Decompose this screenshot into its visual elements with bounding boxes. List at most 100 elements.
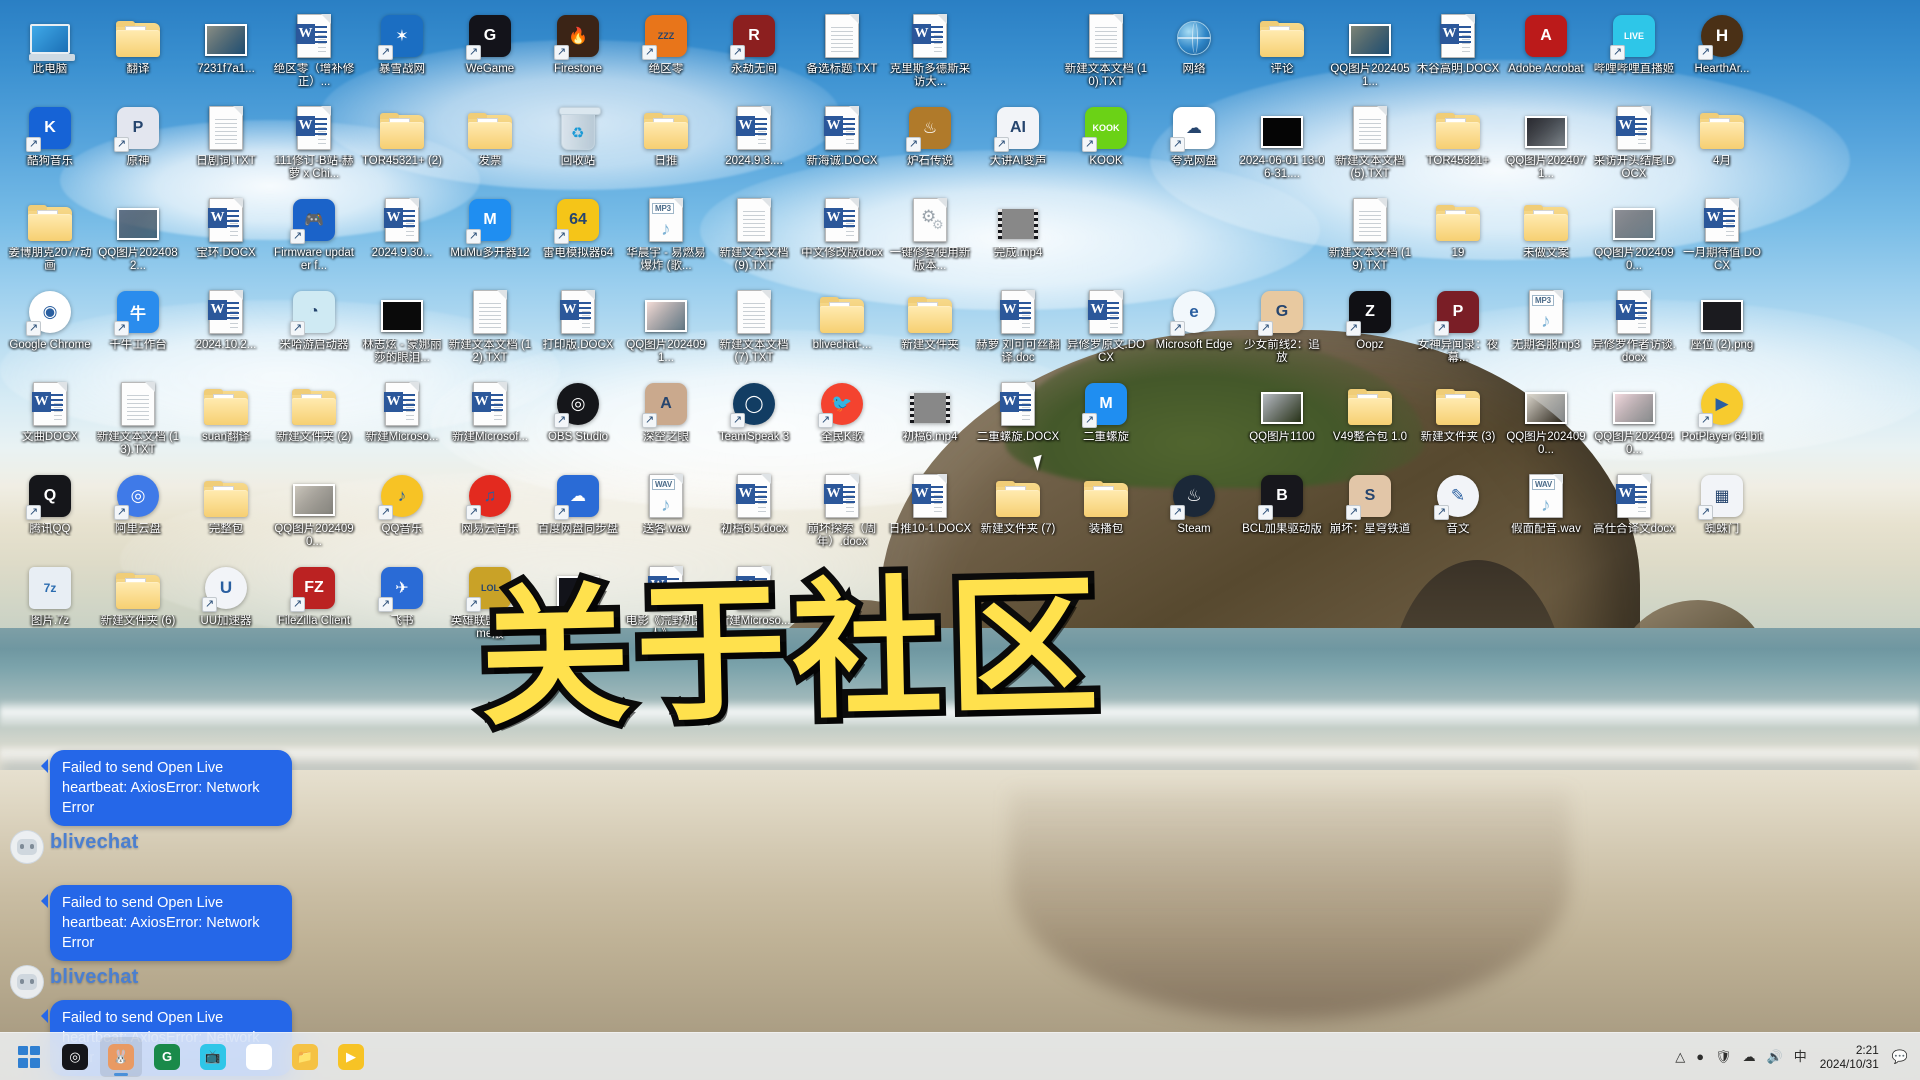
taskbar-bilibili-button[interactable]: 📺 [192, 1037, 234, 1077]
desktop-icon[interactable]: ✈ 飞书 [358, 560, 446, 652]
desktop-icon[interactable]: W 崩坏探索（周年）.docx [798, 468, 886, 560]
desktop-icon[interactable]: ◎ 阿里云盘 [94, 468, 182, 560]
taskbar[interactable]: ◎ 🐰 G 📺 ◉ 📁 ▶ △ ● 🛡 ☁ 🔊 中 2:21 2024/10/31 💬 [0, 1032, 1920, 1080]
desktop-icon[interactable]: 🔥 Firestone [534, 8, 622, 100]
desktop-icon[interactable]: QQ图片2024082... [94, 192, 182, 284]
desktop-icon[interactable]: W 采访开头结尾.DOCX [1590, 100, 1678, 192]
desktop-icon[interactable]: 日剧词.TXT [182, 100, 270, 192]
desktop-icon[interactable]: 评论 [1238, 8, 1326, 100]
desktop-icon[interactable]: 未做文案 [1502, 192, 1590, 284]
chevron-up-icon[interactable]: △ [1675, 1050, 1685, 1063]
taskbar-obs-studio-button[interactable]: ◎ [54, 1037, 96, 1077]
desktop-icon[interactable]: 新建文本文档 (19).TXT [1326, 192, 1414, 284]
desktop-icon[interactable]: W 宝环.DOCX [182, 192, 270, 284]
desktop-icon[interactable]: 翻译 [94, 8, 182, 100]
desktop-icon[interactable]: 新建文本文档 (9).TXT [710, 192, 798, 284]
desktop-icon[interactable]: e Microsoft Edge [1150, 284, 1238, 376]
desktop-icon[interactable]: 新建文本文档 (10).TXT [1062, 8, 1150, 100]
desktop-icon[interactable]: MP3 ♪ 无期客服mp3 [1502, 284, 1590, 376]
desktop-icon[interactable]: 姜博朋克2077动画 [6, 192, 94, 284]
desktop-icon[interactable]: W 初稿6.5.docx [710, 468, 798, 560]
desktop-icon[interactable]: 此电脑 [6, 8, 94, 100]
desktop-icon[interactable]: 完整包 [182, 468, 270, 560]
desktop-icon[interactable]: 7z 图片.7z [6, 560, 94, 652]
desktop-icon[interactable]: TOR45321+ [1414, 100, 1502, 192]
desktop-icon[interactable]: W 绝区零（增补修正）... [270, 8, 358, 100]
desktop-icon[interactable]: W 木谷高明.DOCX [1414, 8, 1502, 100]
desktop-icon[interactable]: WAV ♪ 假面配音.wav [1502, 468, 1590, 560]
desktop-icon[interactable]: G 少女前线2：追放 [1238, 284, 1326, 376]
desktop-icon[interactable]: LIVE 哔哩哔哩直播姬 [1590, 8, 1678, 100]
desktop-icon[interactable]: W 二重螺旋.DOCX [974, 376, 1062, 468]
desktop-icon[interactable]: W 中文修改版docx [798, 192, 886, 284]
desktop-icon[interactable]: KOOK KOOK [1062, 100, 1150, 192]
desktop-icon[interactable]: M MuMu多开器12 [446, 192, 534, 284]
desktop-icon[interactable]: QQ图片2024090... [270, 468, 358, 560]
desktop-icon[interactable]: W 高仕合译文docx [1590, 468, 1678, 560]
taskbar-start-button[interactable] [8, 1037, 50, 1077]
desktop-icon[interactable]: 新建文件夹 (3) [1414, 376, 1502, 468]
desktop-icon[interactable]: 🐦 全民K歌 [798, 376, 886, 468]
desktop-icon[interactable]: 备选标题.TXT [798, 8, 886, 100]
desktop-icon[interactable]: 新建文件夹 (7) [974, 468, 1062, 560]
desktop-icon[interactable]: ♨ 炉石传说 [886, 100, 974, 192]
desktop-icon[interactable]: 新建文本文档 (7).TXT [710, 284, 798, 376]
desktop-icon[interactable]: M 二重螺旋 [1062, 376, 1150, 468]
taskbar-file-explorer-button[interactable]: 📁 [284, 1037, 326, 1077]
desktop-icon[interactable]: 新建文件夹 (2) [270, 376, 358, 468]
desktop-icon[interactable]: W 电影《荒野机器人》... [622, 560, 710, 652]
desktop-icon[interactable]: 🎮 Firmware updater f... [270, 192, 358, 284]
desktop-icon[interactable]: QQ图片1100 [1238, 376, 1326, 468]
desktop-icon[interactable]: LOL 英雄联盟WeGame版 [446, 560, 534, 652]
desktop-icon[interactable]: WAV ♪ 送客.wav [622, 468, 710, 560]
desktop-icon[interactable]: QQ图片2024090... [1502, 376, 1590, 468]
desktop-icon[interactable]: W 新建Microso... [710, 560, 798, 652]
desktop-icon[interactable]: W 异修罗原文.DOCX [1062, 284, 1150, 376]
desktop-icon[interactable]: P 女神异闻录：夜幕... [1414, 284, 1502, 376]
desktop-icon[interactable]: 新建文本文档 (13).TXT [94, 376, 182, 468]
desktop-icon[interactable]: suan翻译 [182, 376, 270, 468]
desktop-icon[interactable]: W 日推10-1.DOCX [886, 468, 974, 560]
desktop-icon[interactable]: W 新建Microsof... [446, 376, 534, 468]
desktop-icon[interactable]: QQ图片2024040... [1590, 376, 1678, 468]
desktop-icon[interactable]: 牛千牛工作台 [94, 284, 182, 376]
taskbar-blivechat-button[interactable]: 🐰 [100, 1036, 142, 1077]
desktop-icon[interactable]: W 2024.9.3.... [710, 100, 798, 192]
desktop-icon[interactable]: A Adobe Acrobat [1502, 8, 1590, 100]
desktop-icon[interactable]: B BCL加果驱动版 [1238, 468, 1326, 560]
desktop-icon[interactable]: 19 [1414, 192, 1502, 284]
desktop-icon[interactable]: 新建文件夹 (6) [94, 560, 182, 652]
notification-center-icon[interactable]: 💬 [1892, 1050, 1908, 1063]
desktop-icon[interactable]: 完成.mp4 [974, 192, 1062, 284]
desktop-icon[interactable]: 新建文本文档 (12).TXT [446, 284, 534, 376]
desktop-icon[interactable]: K 酷狗音乐 [6, 100, 94, 192]
desktop-icon[interactable]: ♫ 网易云音乐 [446, 468, 534, 560]
desktop-icon[interactable]: QQ图片2024091... [622, 284, 710, 376]
desktop-icon[interactable]: W 2024.9.30... [358, 192, 446, 284]
volume-icon[interactable]: 🔊 [1767, 1050, 1783, 1063]
desktop-icon[interactable]: 64 雷电模拟器64 [534, 192, 622, 284]
desktop-icon[interactable]: V49整合包 1.0 [1326, 376, 1414, 468]
desktop-icon[interactable]: ▶ PotPlayer 64 bit [1678, 376, 1766, 468]
desktop-icon[interactable]: ♨ Steam [1150, 468, 1238, 560]
desktop-icon[interactable]: ◯ TeamSpeak 3 [710, 376, 798, 468]
desktop-icon[interactable]: QQ图片2024090... [1590, 192, 1678, 284]
desktop-icon[interactable]: ▦ 蜘蛛门 [1678, 468, 1766, 560]
desktop-icon[interactable]: ◉ Google Chrome [6, 284, 94, 376]
ime-icon[interactable]: ● [1696, 1050, 1704, 1063]
desktop-icon[interactable]: W 克里斯多德斯采访大... [886, 8, 974, 100]
desktop-icon[interactable]: ☁ 夸克网盘 [1150, 100, 1238, 192]
desktop-icon[interactable]: ⚙ ⚙ 一键修复使用新版本... [886, 192, 974, 284]
desktop-icon[interactable]: 915.png [534, 560, 622, 652]
desktop-icon[interactable]: W 新海诚.DOCX [798, 100, 886, 192]
desktop-icon[interactable]: blivechat-... [798, 284, 886, 376]
desktop-icon[interactable]: AI 大讲AI变声 [974, 100, 1062, 192]
desktop-icon[interactable]: W 2024.10.2... [182, 284, 270, 376]
desktop-icon[interactable]: 新建文件夹 [886, 284, 974, 376]
desktop-icon[interactable]: 4月 [1678, 100, 1766, 192]
desktop-icon[interactable]: G WeGame [446, 8, 534, 100]
desktop-icon[interactable]: TOR45321+ (2) [358, 100, 446, 192]
desktop-icon[interactable]: FZ FileZilla Client [270, 560, 358, 652]
notification-toast[interactable]: Failed to send Open Live heartbeat: Axio… [10, 885, 292, 1001]
desktop-icon[interactable]: ♪ QQ音乐 [358, 468, 446, 560]
